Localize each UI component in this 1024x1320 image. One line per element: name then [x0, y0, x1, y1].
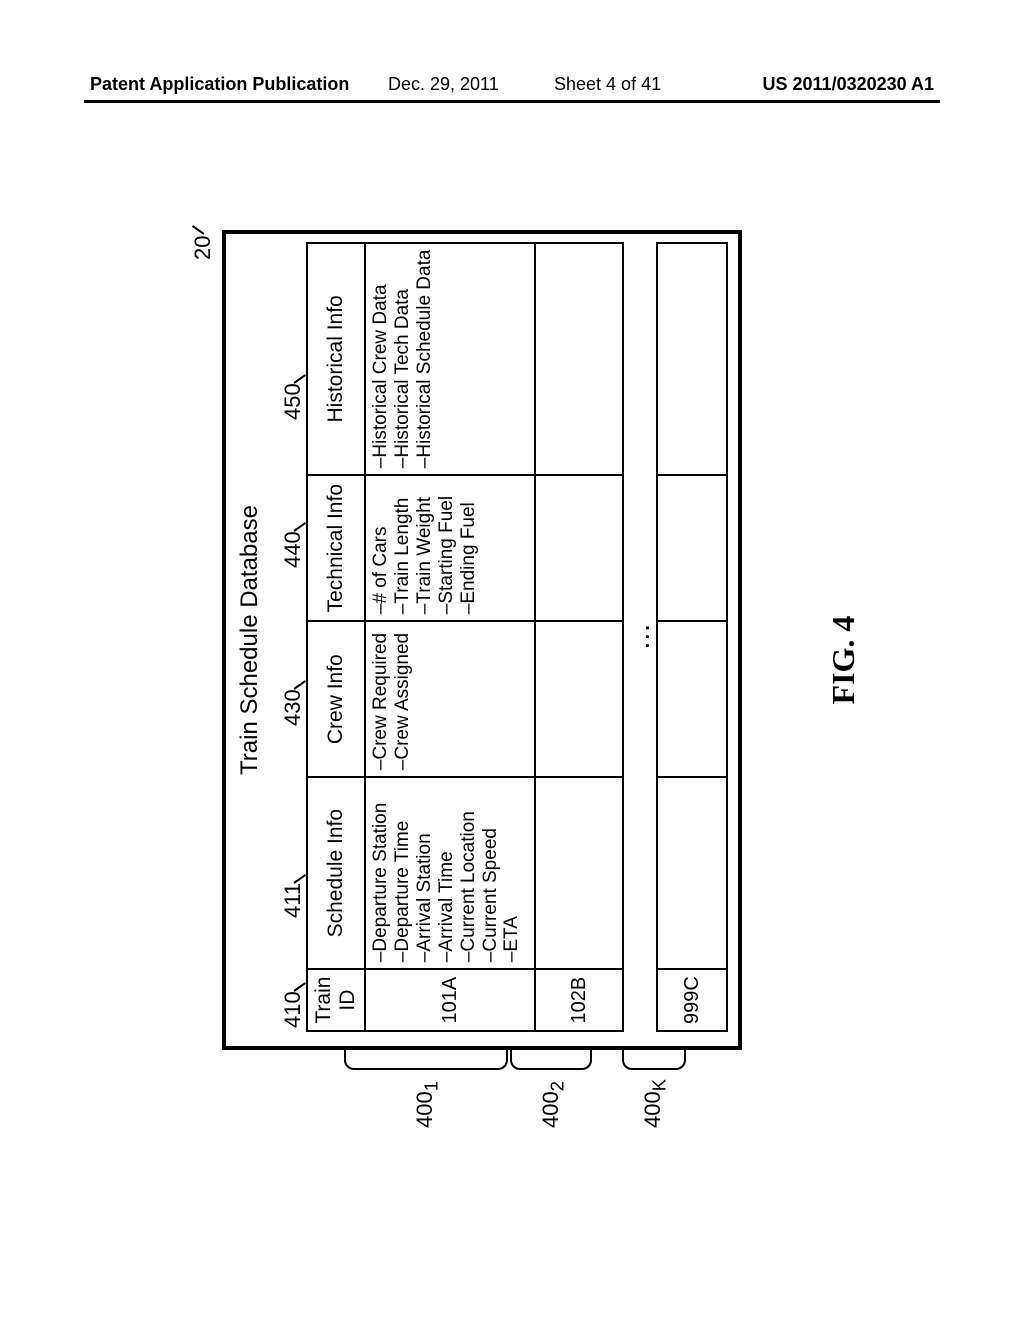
cell-train-id: 102B	[535, 969, 623, 1031]
header-rule	[84, 100, 940, 103]
cell-tech	[657, 475, 727, 621]
database-title: Train Schedule Database	[236, 234, 264, 1046]
patent-page: Patent Application Publication Dec. 29, …	[0, 0, 1024, 1320]
brace-row-1	[344, 1046, 508, 1070]
table-row: 102B	[535, 243, 623, 1031]
th-schedule: Schedule Info	[307, 777, 365, 969]
brace-row-2	[510, 1046, 592, 1070]
th-tech: Technical Info	[307, 475, 365, 621]
cell-train-id: 101A	[365, 969, 535, 1031]
ref-row-2: 4002	[538, 1081, 568, 1128]
cell-crew	[657, 621, 727, 777]
figure-caption: FIG. 4	[825, 180, 862, 1140]
header-publication: Patent Application Publication	[90, 74, 349, 95]
cell-schedule: –Departure Station –Departure Time –Arri…	[365, 777, 535, 969]
table-row-ellipsis: …	[623, 243, 657, 1031]
header-sheet: Sheet 4 of 41	[554, 74, 661, 95]
ref-database: 20	[190, 216, 216, 260]
th-train-id: Train ID	[307, 969, 365, 1031]
th-hist: Historical Info	[307, 243, 365, 476]
ref-row-1: 4001	[412, 1081, 442, 1128]
cell-tech: –# of Cars –Train Length –Train Weight –…	[365, 475, 535, 621]
database-box: Train Schedule Database 410 411 430 440 …	[222, 230, 742, 1050]
ref-col-crew: 430	[280, 671, 306, 726]
ref-col-hist: 450	[280, 365, 306, 420]
cell-crew	[535, 621, 623, 777]
header-docnum: US 2011/0320230 A1	[763, 74, 934, 95]
ref-col-schedule: 411	[280, 865, 306, 918]
brace-row-k	[622, 1046, 686, 1070]
cell-crew: –Crew Required –Crew Assigned	[365, 621, 535, 777]
ref-row-k: 400K	[640, 1079, 670, 1128]
ref-col-tech: 440	[280, 513, 306, 568]
database-table: Train ID Schedule Info Crew Info Technic…	[306, 242, 728, 1032]
ref-col-train-id: 410	[280, 973, 306, 1028]
cell-schedule	[535, 777, 623, 969]
cell-schedule	[657, 777, 727, 969]
cell-train-id: 999C	[657, 969, 727, 1031]
table-row: 999C	[657, 243, 727, 1031]
th-crew: Crew Info	[307, 621, 365, 777]
cell-hist	[657, 243, 727, 476]
header-date: Dec. 29, 2011	[388, 74, 499, 95]
table-row: 101A –Departure Station –Departure Time …	[365, 243, 535, 1031]
table-header-row: Train ID Schedule Info Crew Info Technic…	[307, 243, 365, 1031]
ellipsis: …	[623, 243, 657, 1031]
cell-tech	[535, 475, 623, 621]
cell-hist: –Historical Crew Data –Historical Tech D…	[365, 243, 535, 476]
cell-hist	[535, 243, 623, 476]
figure-4: 20 Train Schedule Database 410 411 430 4…	[162, 180, 862, 1140]
